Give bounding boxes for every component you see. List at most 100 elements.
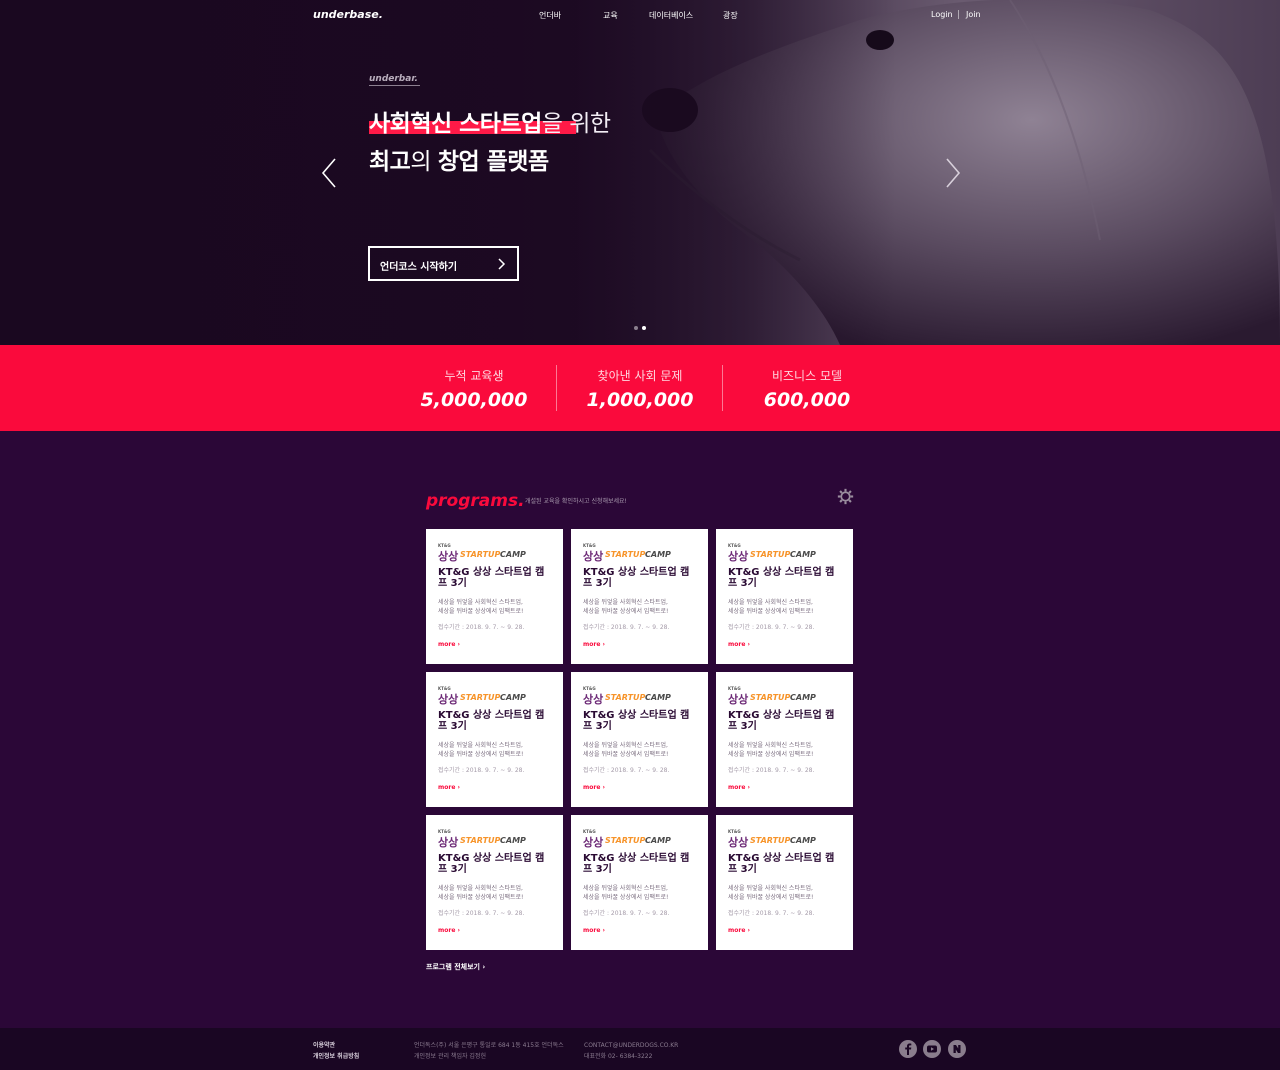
facebook-icon[interactable] <box>899 1040 917 1058</box>
card-title: KT&G 상상 스타트업 캠프 3기 <box>728 710 835 732</box>
card-more-link[interactable]: more › <box>583 641 605 648</box>
company-address: 언더독스(주) 서울 은평구 통일로 684 1동 415호 언더독스 <box>414 1042 564 1049</box>
stats-banner: 누적 교육생 5,000,000 찾아낸 사회 문제 1,000,000 비즈니… <box>0 345 1280 431</box>
hero-headline-line1: 사회혁신 스타트업을 위한 <box>369 104 611 138</box>
logo-camp: CAMP <box>790 550 816 559</box>
logo-startup: STARTUP <box>750 550 791 559</box>
card-more-link[interactable]: more › <box>438 927 460 934</box>
stat-value: 5,000,000 <box>420 389 528 411</box>
site-footer: 이용약관 개인정보 취급방침 언더독스(주) 서울 은평구 통일로 684 1동… <box>0 1028 1280 1070</box>
section-title: programs. <box>426 491 525 511</box>
prev-slide-arrow-icon[interactable] <box>320 157 338 189</box>
card-more-link[interactable]: more › <box>728 927 750 934</box>
card-description: 세상을 뒤엎을 사회혁신 스타트업, 세상을 뒤바꿀 상상에서 임팩트로! <box>728 884 848 902</box>
nav-item-education[interactable]: 교육 <box>603 10 618 21</box>
naver-icon[interactable] <box>948 1040 966 1058</box>
card-desc-line2: 세상을 뒤바꿀 상상에서 임팩트로! <box>728 894 814 901</box>
more-label: more <box>583 784 601 791</box>
nav-item-underbar[interactable]: 언더바 <box>539 10 561 21</box>
logo-camp: CAMP <box>790 693 816 702</box>
nav-item-database[interactable]: 데이터베이스 <box>649 10 693 21</box>
slide-dot-1[interactable] <box>634 326 638 330</box>
stat-label: 비즈니스 모델 <box>771 369 843 383</box>
card-desc-line1: 세상을 뒤엎을 사회혁신 스타트업, <box>583 885 668 892</box>
card-description: 세상을 뒤엎을 사회혁신 스타트업, 세상을 뒤바꿀 상상에서 임팩트로! <box>728 598 848 616</box>
card-period: 접수기간 : 2018. 9. 7. ~ 9. 28. <box>438 910 525 917</box>
site-logo[interactable]: underbase. <box>313 8 383 21</box>
card-more-link[interactable]: more › <box>728 641 750 648</box>
card-more-link[interactable]: more › <box>583 927 605 934</box>
logo-startup: STARTUP <box>460 836 501 845</box>
startup-camp-logo: KT&G 상상 STARTUP CAMP <box>583 829 683 849</box>
logo-camp: CAMP <box>500 693 526 702</box>
logo-camp: CAMP <box>790 836 816 845</box>
program-card[interactable]: KT&G 상상 STARTUP CAMP KT&G 상상 스타트업 캠프 3기 세상을 뒤… <box>716 815 853 950</box>
join-link[interactable]: Join <box>966 10 981 19</box>
program-card[interactable]: KT&G 상상 STARTUP CAMP KT&G 상상 스타트업 캠프 3기 세상을 뒤… <box>716 529 853 664</box>
card-period: 접수기간 : 2018. 9. 7. ~ 9. 28. <box>438 624 525 631</box>
program-card[interactable]: KT&G 상상 STARTUP CAMP KT&G 상상 스타트업 캠프 3기세상을 뒤… <box>571 815 708 950</box>
card-period: 접수기간 : 2018. 9. 7. ~ 9. 28. <box>728 624 815 631</box>
section-subtitle: 개설된 교육을 확인하시고 신청해보세요! <box>525 498 627 505</box>
top-navigation: underbase. 언더바 교육 데이터베이스 광장 Login Join <box>0 0 1280 30</box>
privacy-policy-link[interactable]: 개인정보 취급방침 <box>313 1051 359 1062</box>
more-label: more <box>438 641 456 648</box>
privacy-officer: 개인정보 관리 책임자 김정헌 <box>414 1053 486 1060</box>
hero-eyebrow: underbar. <box>369 74 418 84</box>
program-card[interactable]: KT&G 상상 STARTUP CAMP KT&G 상상 스타트업 캠프 3기 세상을 뒤… <box>571 672 708 807</box>
card-more-link[interactable]: more › <box>438 784 460 791</box>
headline-thin-2: 의 <box>410 149 438 175</box>
startup-camp-logo: KT&G 상상 STARTUP CAMP <box>583 686 683 706</box>
chevron-right-icon <box>498 258 506 270</box>
card-description: 세상을 뒤엎을 사회혁신 스타트업, 세상을 뒤바꿀 상상에서 임팩트로! <box>583 598 703 616</box>
logo-sangsang: 상상 <box>583 836 604 849</box>
program-card[interactable]: KT&G 상상 STARTUP CAMP KT&G 상상 스타트업 캠프 3기 세상을 뒤… <box>426 529 563 664</box>
startup-camp-logo: KT&G 상상 STARTUP CAMP <box>438 686 538 706</box>
logo-startup: STARTUP <box>750 836 791 845</box>
program-card[interactable]: KT&G 상상 STARTUP CAMP KT&G 상상 스타트업 캠프 3기 세상을 뒤… <box>571 529 708 664</box>
terms-link[interactable]: 이용약관 <box>313 1040 359 1051</box>
chevron-right-icon: › <box>600 641 605 648</box>
programs-section: programs. 개설된 교육을 확인하시고 신청해보세요! KT&G 상상 ST… <box>0 431 1280 1028</box>
card-desc-line2: 세상을 뒤바꿀 상상에서 임팩트로! <box>583 894 669 901</box>
card-more-link[interactable]: more › <box>728 784 750 791</box>
program-card[interactable]: KT&G 상상 STARTUP CAMP KT&G 상상 스타트업 캠프 3기 세상을 뒤… <box>426 672 563 807</box>
program-card[interactable]: KT&G 상상 STARTUP CAMP KT&G 상상 스타트업 캠프 3기 세상을 뒤… <box>716 672 853 807</box>
card-desc-line1: 세상을 뒤엎을 사회혁신 스타트업, <box>438 599 523 606</box>
logo-startup: STARTUP <box>460 550 501 559</box>
view-all-label: 프로그램 전체보기 <box>426 963 480 971</box>
card-title: KT&G 상상 스타트업 캠프 3기 <box>583 567 690 589</box>
card-title: KT&G 상상 스타트업 캠프 3기 <box>728 567 835 589</box>
card-period: 접수기간 : 2018. 9. 7. ~ 9. 28. <box>583 624 670 631</box>
view-all-programs-link[interactable]: 프로그램 전체보기 › <box>426 962 485 972</box>
hero-headline-line2: 최고의 창업 플랫폼 <box>369 142 549 176</box>
logo-sangsang: 상상 <box>438 836 459 849</box>
slide-dot-2[interactable] <box>642 326 646 330</box>
logo-camp: CAMP <box>645 550 671 559</box>
chevron-right-icon: › <box>745 927 750 934</box>
chevron-right-icon: › <box>482 963 486 971</box>
headline-bold-a: 최고 <box>369 149 411 175</box>
card-title: KT&G 상상 스타트업 캠프 3기 <box>438 710 545 732</box>
logo-camp: CAMP <box>645 693 671 702</box>
card-more-link[interactable]: more › <box>438 641 460 648</box>
card-title: KT&G 상상 스타트업 캠프 3기 <box>438 853 545 875</box>
logo-startup: STARTUP <box>605 550 646 559</box>
start-course-button[interactable]: 언더코스 시작하기 <box>368 246 519 281</box>
youtube-icon[interactable] <box>923 1040 941 1058</box>
card-title: KT&G 상상 스타트업 캠프 3기 <box>583 853 690 875</box>
card-desc-line1: 세상을 뒤엎을 사회혁신 스타트업, <box>583 599 668 606</box>
stat-problems: 찾아낸 사회 문제 1,000,000 <box>555 345 725 431</box>
card-description: 세상을 뒤엎을 사회혁신 스타트업, 세상을 뒤바꿀 상상에서 임팩트로! <box>728 741 848 759</box>
nav-item-plaza[interactable]: 광장 <box>723 10 738 21</box>
footer-contact: CONTACT@UNDERDOGS.CO.KR 대표전화 02- 6384-32… <box>584 1040 678 1062</box>
next-slide-arrow-icon[interactable] <box>944 157 962 189</box>
gear-icon[interactable] <box>837 488 854 505</box>
login-link[interactable]: Login <box>931 10 953 19</box>
program-card[interactable]: KT&G 상상 STARTUP CAMP KT&G 상상 스타트업 캠프 3기 세상을 뒤… <box>426 815 563 950</box>
card-desc-line1: 세상을 뒤엎을 사회혁신 스타트업, <box>728 885 813 892</box>
contact-email[interactable]: CONTACT@UNDERDOGS.CO.KR <box>584 1040 678 1051</box>
card-more-link[interactable]: more › <box>583 784 605 791</box>
chevron-right-icon: › <box>745 784 750 791</box>
logo-startup: STARTUP <box>605 693 646 702</box>
